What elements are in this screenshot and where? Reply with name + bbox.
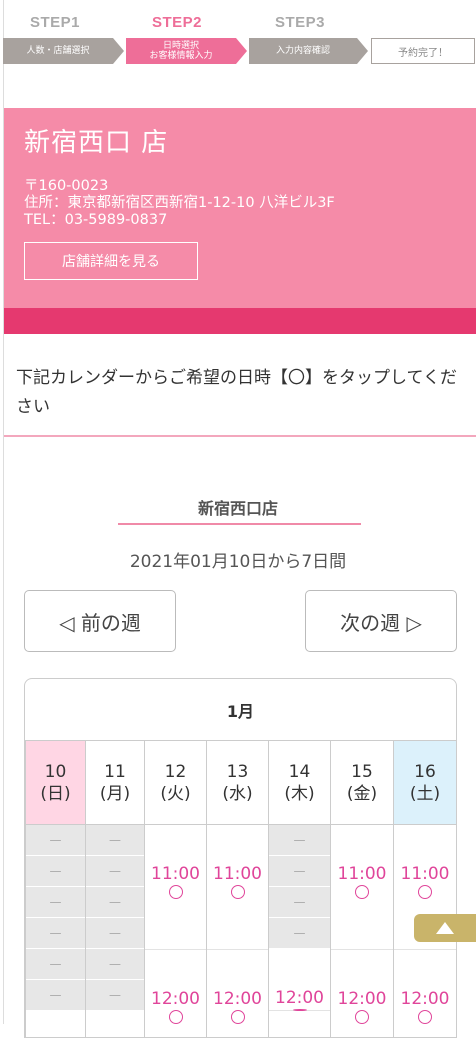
slot-time: 12:00 bbox=[151, 989, 200, 1009]
day-column: 11 (月) — — — — — — bbox=[85, 741, 144, 1037]
store-header: 新宿西口 店 〒160-0023 住所：東京都新宿区西新宿1-12-10 八洋ビ… bbox=[4, 108, 476, 308]
slot-unavailable: — bbox=[26, 887, 85, 918]
calendar-title: 新宿西口店 bbox=[197, 499, 278, 518]
scroll-to-top-button[interactable] bbox=[414, 914, 476, 942]
section-divider bbox=[4, 435, 476, 437]
step1-arrow bbox=[113, 38, 124, 64]
slot-unavailable: — bbox=[86, 856, 144, 887]
calendar-month: 1月 bbox=[25, 679, 456, 741]
day-column: 14 (木) — — — — 12:00 bbox=[268, 741, 330, 1037]
slot-available[interactable]: 12:00 bbox=[145, 950, 206, 1037]
instruction-text: 下記カレンダーからご希望の日時【〇】をタップしてください bbox=[16, 368, 457, 417]
calendar-range: 2021年01月10日から7日間 bbox=[129, 552, 347, 572]
slot-time: 11:00 bbox=[337, 864, 387, 884]
step2-label-line1: 日時選択 bbox=[162, 40, 199, 51]
store-name: 新宿西口 店 bbox=[24, 128, 169, 158]
available-circle-icon bbox=[355, 885, 369, 899]
day-column: 12 (火) 11:00 12:00 bbox=[144, 741, 206, 1037]
day-weekday: (金) bbox=[346, 783, 378, 804]
store-detail-button[interactable]: 店舗詳細を見る bbox=[24, 242, 198, 280]
day-column: 16 (土) 11:00 12:00 bbox=[393, 741, 456, 1037]
slot-available[interactable]: 11:00 bbox=[145, 825, 206, 950]
day-header: 13 (水) bbox=[207, 741, 268, 825]
slot-unavailable: — bbox=[86, 949, 144, 980]
calendar-title-underline bbox=[118, 523, 361, 525]
slot-time: 11:00 bbox=[151, 864, 200, 884]
slot-unavailable: — bbox=[26, 825, 85, 856]
day-header: 16 (土) bbox=[394, 741, 456, 825]
day-number: 13 bbox=[226, 761, 249, 782]
step2-arrow bbox=[236, 38, 247, 64]
step2-title: STEP2 bbox=[152, 14, 203, 31]
available-circle-icon bbox=[230, 1010, 245, 1024]
day-weekday: (火) bbox=[160, 783, 191, 804]
slot-unavailable: — bbox=[26, 918, 85, 949]
step3-title: STEP3 bbox=[275, 14, 326, 31]
day-weekday: (日) bbox=[40, 783, 71, 804]
slot-unavailable: — bbox=[269, 856, 330, 887]
slot-time: 12:00 bbox=[275, 988, 324, 1008]
available-circle-icon bbox=[418, 1010, 432, 1024]
day-number: 11 bbox=[104, 761, 126, 782]
day-number: 14 bbox=[288, 761, 311, 782]
day-header: 15 (金) bbox=[331, 741, 393, 825]
slot-time: 11:00 bbox=[400, 864, 450, 884]
slot-unavailable: — bbox=[86, 918, 144, 949]
slot-unavailable: — bbox=[26, 949, 85, 980]
next-week-button[interactable]: 次の週 ▷ bbox=[305, 590, 457, 652]
step3-arrow bbox=[357, 38, 368, 64]
day-number: 10 bbox=[44, 761, 67, 782]
day-weekday: (木) bbox=[284, 783, 315, 804]
store-address: 〒160-0023 住所：東京都新宿区西新宿1-12-10 八洋ビル3F TEL… bbox=[24, 178, 335, 228]
day-header: 11 (月) bbox=[86, 741, 144, 825]
step2-label-line2: お客様情報入力 bbox=[149, 51, 213, 61]
day-weekday: (水) bbox=[222, 783, 253, 804]
step1-title: STEP1 bbox=[30, 14, 81, 31]
day-column: 13 (水) 11:00 12:00 bbox=[206, 741, 268, 1037]
step1-label: 人数・店舗選択 bbox=[3, 38, 113, 64]
day-column: 10 (日) — — — — — — bbox=[25, 741, 85, 1037]
day-number: 12 bbox=[164, 761, 187, 782]
slot-unavailable: — bbox=[86, 887, 144, 918]
available-circle-icon bbox=[230, 885, 245, 899]
step2-label: 日時選択 お客様情報入力 bbox=[126, 38, 236, 64]
slot-time: 11:00 bbox=[213, 864, 262, 884]
step-complete-label: 予約完了！ bbox=[371, 38, 475, 64]
slot-time: 12:00 bbox=[337, 989, 387, 1009]
slot-unavailable: — bbox=[86, 980, 144, 1011]
slot-available[interactable]: 12:00 bbox=[269, 949, 330, 1011]
arrow-up-icon bbox=[436, 922, 454, 934]
slot-available[interactable]: 11:00 bbox=[331, 825, 393, 950]
slot-time: 12:00 bbox=[400, 989, 450, 1009]
available-circle-icon bbox=[168, 1010, 183, 1024]
day-weekday: (月) bbox=[99, 783, 131, 804]
slot-time: 12:00 bbox=[213, 989, 262, 1009]
slot-unavailable: — bbox=[269, 918, 330, 949]
store-accent-bar bbox=[4, 308, 476, 334]
day-number: 16 bbox=[414, 761, 436, 782]
available-circle-icon bbox=[418, 885, 432, 899]
slot-unavailable: — bbox=[26, 980, 85, 1011]
slot-available[interactable]: 11:00 bbox=[207, 825, 268, 950]
day-header: 12 (火) bbox=[145, 741, 206, 825]
calendar-grid: 1月 10 (日) — — — — — — 11 (月) — — — — — —… bbox=[24, 678, 457, 1038]
day-column: 15 (金) 11:00 12:00 bbox=[330, 741, 393, 1037]
slot-unavailable: — bbox=[86, 825, 144, 856]
slot-unavailable: — bbox=[26, 856, 85, 887]
day-header: 10 (日) bbox=[26, 741, 85, 825]
day-number: 15 bbox=[351, 761, 373, 782]
available-circle-icon bbox=[355, 1010, 369, 1024]
slot-available[interactable]: 12:00 bbox=[394, 950, 456, 1037]
slot-unavailable: — bbox=[269, 825, 330, 856]
available-circle-icon bbox=[168, 885, 183, 899]
slot-unavailable: — bbox=[269, 887, 330, 918]
step3-label: 入力内容確認 bbox=[249, 38, 357, 64]
available-circle-icon bbox=[292, 1009, 307, 1011]
day-weekday: (土) bbox=[409, 783, 441, 804]
day-header: 14 (木) bbox=[269, 741, 330, 825]
slot-available[interactable]: 12:00 bbox=[207, 950, 268, 1037]
slot-available[interactable]: 12:00 bbox=[331, 950, 393, 1037]
prev-week-button[interactable]: ◁ 前の週 bbox=[24, 590, 176, 652]
